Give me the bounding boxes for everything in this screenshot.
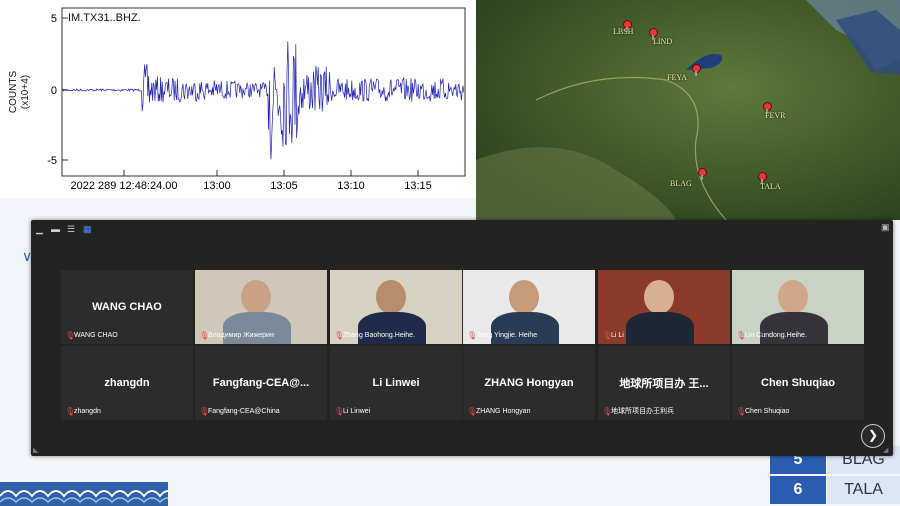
participant-label-text: Владимир Жижерин xyxy=(208,332,274,339)
participant-label: 🎙 Владимир Жижерин xyxy=(199,330,323,342)
station-pin[interactable] xyxy=(698,168,707,180)
strip-view-icon[interactable]: ☰ xyxy=(67,225,77,234)
station-label: FEVR xyxy=(765,111,786,120)
participant-label-text: Chen Shuqiao xyxy=(745,408,790,415)
chevron-right-icon: ❯ xyxy=(867,428,879,442)
muted-mic-icon: 🎙 xyxy=(199,407,210,416)
station-label: BLAG xyxy=(670,179,692,188)
participant-tile[interactable]: 地球所项目办 王... 🎙 地球所项目办王利兵 xyxy=(598,346,730,420)
participant-label-text: Fangfang-CEA@China xyxy=(208,408,280,415)
x-tick-label: 13:15 xyxy=(404,180,432,192)
wave-decoration xyxy=(0,482,168,506)
muted-mic-icon: 🎙 xyxy=(736,407,747,416)
minimize-icon[interactable]: ▁ xyxy=(36,225,46,234)
x-tick-label: 13:05 xyxy=(270,180,298,192)
muted-mic-icon: 🎙 xyxy=(467,407,478,416)
resize-handle-icon[interactable]: ◣ xyxy=(33,446,41,454)
x-tick-label: 13:10 xyxy=(337,180,365,192)
participant-label: 🎙 Li Linwei xyxy=(334,406,458,418)
participant-tile[interactable]: 🎙 Song Yingjie. Heihe xyxy=(463,270,595,344)
x-tick-label: 2022 289 12:48:24.00 xyxy=(70,180,177,192)
station-pin[interactable] xyxy=(692,64,701,76)
station-pin[interactable] xyxy=(763,102,772,114)
participant-tile[interactable]: Chen Shuqiao 🎙 Chen Shuqiao xyxy=(732,346,864,420)
row-station: TALA xyxy=(827,476,900,504)
participant-label: 🎙 Lin Cundong.Heihe. xyxy=(736,330,860,342)
y-axis-label: COUNTS xyxy=(8,71,19,114)
speaker-view-icon[interactable]: ▬ xyxy=(51,225,61,234)
participant-tile[interactable]: 🎙 Li Li xyxy=(598,270,730,344)
y-tick-label: 0 xyxy=(51,85,57,97)
participant-label: 🎙 地球所项目办王利兵 xyxy=(602,406,726,418)
participant-label-text: ZHANG Hongyan xyxy=(476,408,531,415)
participant-label-text: Zhang Baohong.Heihe. xyxy=(343,332,415,339)
participant-label: 🎙 Chen Shuqiao xyxy=(736,406,860,418)
participant-label-text: zhangdn xyxy=(74,408,101,415)
participant-tile[interactable]: zhangdn 🎙 zhangdn xyxy=(61,346,193,420)
next-page-button[interactable]: ❯ xyxy=(861,424,885,448)
participant-label: 🎙 Song Yingjie. Heihe xyxy=(467,330,591,342)
muted-mic-icon: 🎙 xyxy=(65,331,76,340)
participant-label-text: Song Yingjie. Heihe xyxy=(476,332,538,339)
gallery-view-icon[interactable]: ▦ xyxy=(83,225,93,234)
participant-tile[interactable]: ZHANG Hongyan 🎙 ZHANG Hongyan xyxy=(463,346,595,420)
station-label: LBSH xyxy=(613,27,634,36)
muted-mic-icon: 🎙 xyxy=(602,331,613,340)
participant-label-text: Li Linwei xyxy=(343,408,371,415)
participant-tile[interactable]: Fangfang-CEA@... 🎙 Fangfang-CEA@China xyxy=(195,346,327,420)
muted-mic-icon: 🎙 xyxy=(65,407,76,416)
participant-label: 🎙 zhangdn xyxy=(65,406,189,418)
muted-mic-icon: 🎙 xyxy=(736,331,747,340)
participant-label: 🎙 Fangfang-CEA@China xyxy=(199,406,323,418)
muted-mic-icon: 🎙 xyxy=(602,407,613,416)
muted-mic-icon: 🎙 xyxy=(334,407,345,416)
table-row: 6 TALA xyxy=(770,476,900,504)
participant-label: 🎙 ZHANG Hongyan xyxy=(467,406,591,418)
participant-tile[interactable]: WANG CHAO 🎙 WANG CHAO xyxy=(61,270,193,344)
participant-label-text: Lin Cundong.Heihe. xyxy=(745,332,807,339)
station-label: LIND xyxy=(653,37,673,46)
participant-label-text: 地球所项目办王利兵 xyxy=(611,408,674,415)
participant-tile[interactable]: 🎙 Zhang Baohong.Heihe. xyxy=(330,270,462,344)
map-panel: LBSH LIND FEYA FEVR BLAG TALA xyxy=(476,0,900,220)
station-label: IM.TX31..BHZ. xyxy=(68,12,141,24)
participant-tile[interactable]: 🎙 Lin Cundong.Heihe. xyxy=(732,270,864,344)
participant-tile[interactable]: Li Linwei 🎙 Li Linwei xyxy=(330,346,462,420)
y-tick-label: -5 xyxy=(47,155,57,167)
station-pin[interactable] xyxy=(649,28,658,40)
station-label: TALA xyxy=(760,182,781,191)
participant-label-text: WANG CHAO xyxy=(74,332,118,339)
y-axis-unit: (x10+4) xyxy=(20,75,31,109)
row-number: 6 xyxy=(770,476,826,504)
meeting-toolbar: ▁ ▬ ☰ ▦ ▣ xyxy=(31,220,893,240)
muted-mic-icon: 🎙 xyxy=(334,331,345,340)
participant-label: 🎙 Zhang Baohong.Heihe. xyxy=(334,330,458,342)
station-label: FEYA xyxy=(667,73,688,82)
station-pin[interactable] xyxy=(758,172,767,184)
y-tick-label: 5 xyxy=(51,13,57,25)
muted-mic-icon: 🎙 xyxy=(199,331,210,340)
meeting-window: ▁ ▬ ☰ ▦ ▣ WANG CHAO 🎙 WANG CHAO 🎙 Владимир Ж… xyxy=(31,220,893,456)
x-tick-label: 13:00 xyxy=(203,180,231,192)
participant-tile[interactable]: 🎙 Владимир Жижерин xyxy=(195,270,327,344)
seismogram-plot: IM.TX31..BHZ. COUNTS (x10+4) 5 0 -5 2022 2… xyxy=(8,7,466,192)
participant-label: 🎙 Li Li xyxy=(602,330,726,342)
muted-mic-icon: 🎙 xyxy=(467,331,478,340)
participant-label: 🎙 WANG CHAO xyxy=(65,330,189,342)
seismogram-panel: IM.TX31..BHZ. COUNTS (x10+4) 5 0 -5 2022 2… xyxy=(0,0,476,198)
participant-label-text: Li Li xyxy=(611,332,624,339)
resize-handle-icon[interactable]: ◢ xyxy=(883,446,891,454)
window-control-icon[interactable]: ▣ xyxy=(881,222,891,232)
